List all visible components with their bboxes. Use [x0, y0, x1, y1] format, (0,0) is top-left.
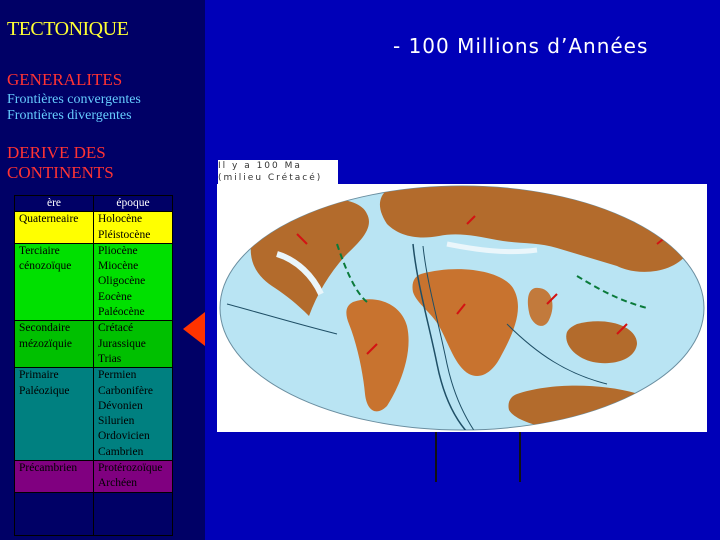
map-stand-lines [435, 432, 521, 482]
header-era: ère [14, 194, 94, 213]
link-convergent-boundaries[interactable]: Frontières convergentes [7, 92, 141, 108]
era-cell: Précambrien [14, 460, 94, 493]
table-row: Précambrien Protérozoïque Archéen [14, 460, 173, 493]
epoch-cell: Pliocène Miocène Oligocène Eocène Paléoc… [93, 242, 173, 322]
section-generalites[interactable]: GENERALITES [7, 70, 122, 90]
map-caption: Il y a 100 Ma (milieu Crétacé) [218, 160, 338, 184]
section-continental-drift[interactable]: DERIVE DES CONTINENTS [7, 143, 197, 183]
header-epoch: époque [93, 194, 173, 213]
era-cell: Secondaire mézozïquie [14, 320, 94, 369]
left-navigation-panel: TECTONIQUE GENERALITES Frontières conver… [0, 0, 205, 540]
page-title: TECTONIQUE [7, 18, 129, 40]
era-cell: Quaterneaire [14, 211, 94, 244]
epoch-cell: Crétacé Jurassique Trias [93, 320, 173, 369]
cretaceous-world-map [219, 185, 705, 431]
era-cell: Primaire Paléozique [14, 367, 94, 462]
table-row: Terciaire cénozoïque Pliocène Miocène Ol… [14, 242, 173, 322]
epoch-cell: Protérozoïque Archéen [93, 460, 173, 493]
era-cell: Terciaire cénozoïque [14, 242, 94, 322]
epoch-cell: Permien Carbonifère Dévonien Silurien Or… [93, 367, 173, 462]
geologic-timescale-table: ère époque Quaterneaire Holocène Pléisto… [14, 194, 173, 536]
table-filler-row [14, 491, 173, 536]
slide-heading: - 100 Millions d’Années [393, 34, 649, 58]
table-row: Quaterneaire Holocène Pléistocène [14, 211, 173, 244]
link-divergent-boundaries[interactable]: Frontières divergentes [7, 108, 132, 124]
table-row: Secondaire mézozïquie Crétacé Jurassique… [14, 320, 173, 369]
epoch-cell: Holocène Pléistocène [93, 211, 173, 244]
table-header-row: ère époque [14, 194, 173, 213]
paleogeographic-map [217, 184, 707, 432]
table-row: Primaire Paléozique Permien Carbonifère … [14, 367, 173, 462]
